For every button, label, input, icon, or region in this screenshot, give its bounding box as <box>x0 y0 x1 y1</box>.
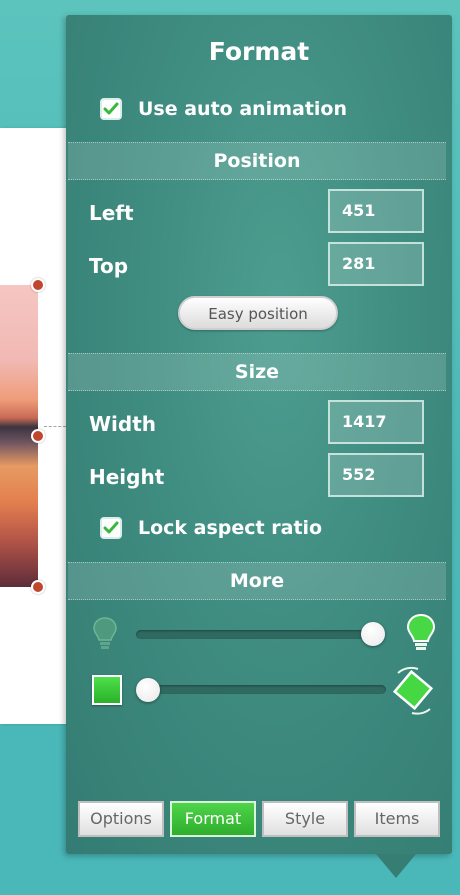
section-position: Position <box>68 142 446 180</box>
auto-animation-label: Use auto animation <box>138 98 347 120</box>
lock-aspect-label: Lock aspect ratio <box>138 517 323 539</box>
resize-handle-top[interactable] <box>31 278 45 292</box>
panel-pointer <box>376 854 416 878</box>
width-label: Width <box>89 412 157 436</box>
format-panel: Format Use auto animation Position Left … <box>66 15 452 854</box>
lock-aspect-option[interactable]: Lock aspect ratio <box>100 517 322 539</box>
lightbulb-off-icon <box>93 617 117 649</box>
lightbulb-on-icon <box>406 613 436 650</box>
left-label: Left <box>89 201 134 225</box>
section-more: More <box>68 562 446 600</box>
resize-handle-bottom[interactable] <box>31 580 45 594</box>
left-input[interactable]: 451 <box>328 189 424 233</box>
brightness-slider-knob[interactable] <box>361 622 385 646</box>
width-input[interactable]: 1417 <box>328 400 424 444</box>
tab-items[interactable]: Items <box>354 801 440 837</box>
panel-title: Format <box>208 37 310 66</box>
square-icon <box>92 675 122 705</box>
checkmark-icon <box>103 102 119 115</box>
checkmark-icon <box>103 521 119 534</box>
height-input[interactable]: 552 <box>328 453 424 497</box>
auto-animation-option[interactable]: Use auto animation <box>100 98 347 120</box>
tab-options[interactable]: Options <box>78 801 164 837</box>
easy-position-button[interactable]: Easy position <box>178 296 338 330</box>
top-label: Top <box>89 254 129 278</box>
auto-animation-checkbox[interactable] <box>100 98 122 120</box>
rotated-square-icon <box>392 666 434 715</box>
height-label: Height <box>89 465 165 489</box>
brightness-slider-track[interactable] <box>136 630 372 639</box>
rotation-slider-track[interactable] <box>136 685 386 694</box>
top-input[interactable]: 281 <box>328 242 424 286</box>
section-size: Size <box>68 353 446 391</box>
tab-style[interactable]: Style <box>262 801 348 837</box>
resize-handle-middle[interactable] <box>31 429 45 443</box>
guide-line <box>44 426 66 427</box>
lock-aspect-checkbox[interactable] <box>100 517 122 539</box>
panel-tabs: Options Format Style Items <box>78 801 440 837</box>
tab-format[interactable]: Format <box>170 801 256 837</box>
rotation-slider-knob[interactable] <box>136 678 160 702</box>
